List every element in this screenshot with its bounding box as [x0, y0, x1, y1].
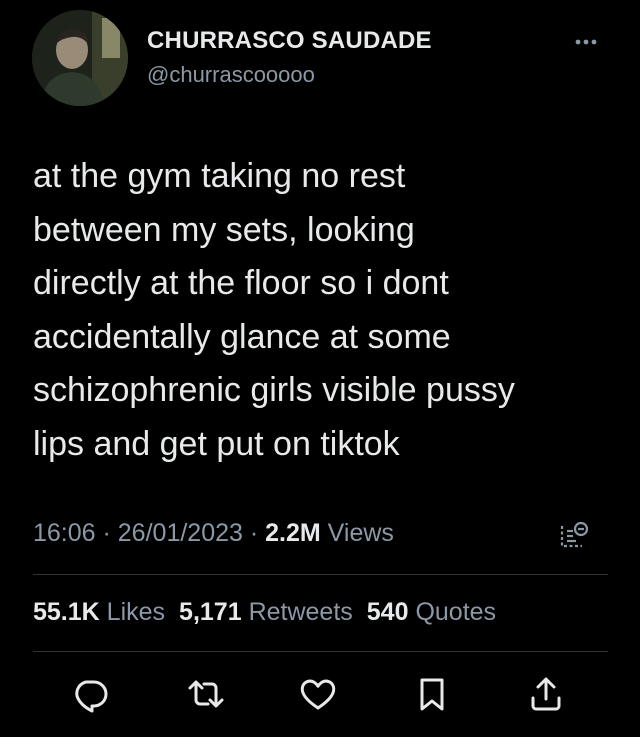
user-handle[interactable]: @churrascooooo — [147, 62, 315, 88]
reply-icon — [75, 680, 108, 713]
tweet-text-line: accidentally glance at some — [33, 317, 451, 356]
retweets-label: Retweets — [248, 598, 353, 626]
tweet-meta: 16:06 · 26/01/2023 · 2.2M Views — [33, 519, 394, 548]
bookmark-icon — [420, 678, 444, 711]
meta-separator: · — [242, 519, 266, 547]
tweet-text-line: at the gym taking no rest — [33, 157, 406, 195]
quotes-stat[interactable]: 540 Quotes — [367, 598, 496, 627]
meta-separator: · — [95, 519, 118, 547]
tweet-text-line: directly at the floor so i dont — [33, 264, 449, 302]
tweet-text-line: schizophrenic girls visible pussy — [33, 371, 515, 409]
share-button[interactable] — [524, 672, 568, 716]
display-name[interactable]: CHURRASCO SAUDADE — [147, 27, 432, 55]
tweet-text-line: between my sets, looking — [33, 210, 415, 249]
analytics-icon[interactable] — [556, 517, 592, 553]
likes-count: 55.1K — [33, 598, 100, 626]
tweet-time[interactable]: 16:06 — [33, 519, 96, 547]
likes-stat[interactable]: 55.1K Likes — [33, 598, 165, 627]
avatar[interactable] — [32, 10, 128, 106]
heart-icon — [300, 679, 336, 710]
divider — [33, 651, 608, 652]
bookmark-button[interactable] — [410, 672, 454, 716]
views-label: Views — [320, 519, 394, 547]
engagement-stats: 55.1K Likes 5,171 Retweets 540 Quotes — [33, 598, 510, 627]
quotes-count: 540 — [366, 598, 409, 626]
tweet-detail: CHURRASCO SAUDADE @churrascooooo at the … — [0, 0, 640, 737]
avatar-photo — [32, 10, 128, 106]
tweet-text-line: lips and get put on tiktok — [33, 424, 400, 463]
reply-button[interactable] — [68, 672, 112, 716]
likes-label: Likes — [106, 598, 166, 626]
views-count: 2.2M — [265, 519, 321, 547]
quotes-label: Quotes — [415, 598, 497, 626]
share-icon — [531, 677, 561, 711]
more-icon[interactable] — [566, 28, 606, 52]
retweet-button[interactable] — [184, 672, 228, 716]
tweet-date[interactable]: 26/01/2023 — [118, 519, 243, 547]
divider — [33, 574, 608, 575]
retweets-count: 5,171 — [179, 598, 242, 626]
like-button[interactable] — [296, 672, 340, 716]
retweet-icon — [188, 680, 224, 708]
tweet-text: at the gym taking no rest between my set… — [33, 150, 623, 471]
retweets-stat[interactable]: 5,171 Retweets — [179, 598, 353, 627]
